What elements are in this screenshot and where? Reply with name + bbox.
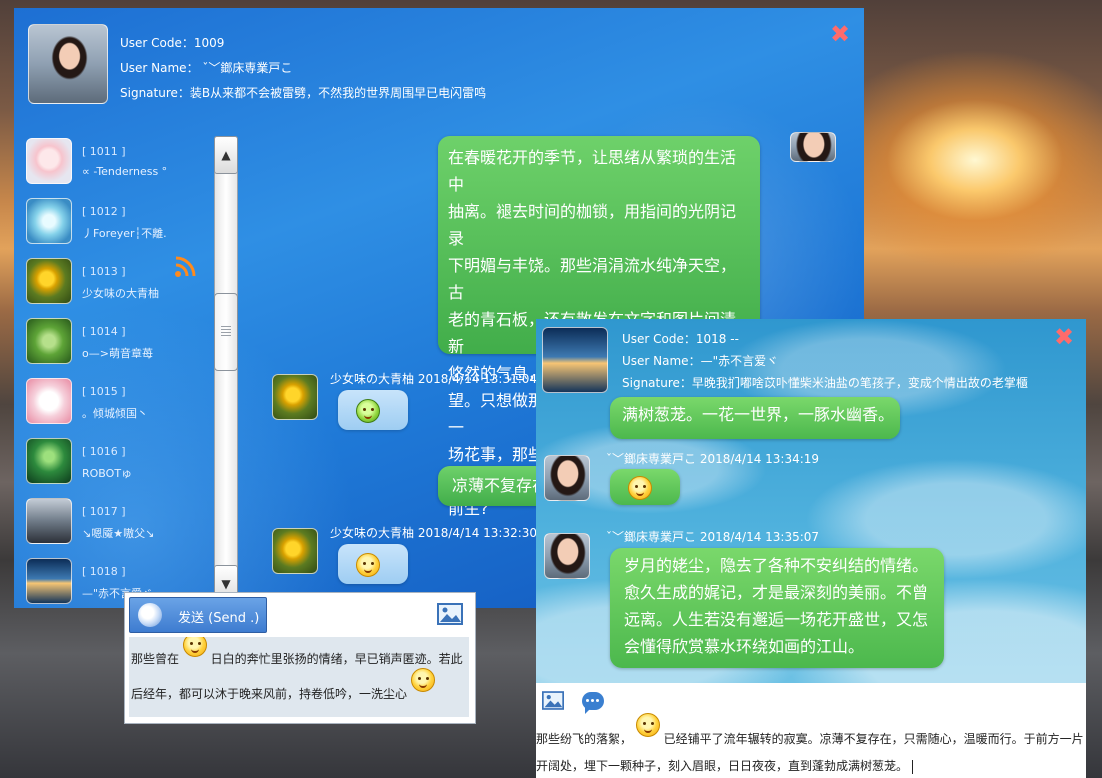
compose-text: 已经铺平了流年辗转的寂寞。凉薄不复存在，只需随心，温暖而行。于前方一片 [663,732,1084,746]
wink-emoji-icon [635,713,660,737]
friend-name: ROBOTゅ [82,467,133,480]
friend-code: [ 1015 ] [82,385,126,398]
incoming-message-bubble: 岁月的姥尘，隐去了各种不安纠结的情绪。 愈久生成的娓记，才是最深刻的美丽。不曾 … [610,548,944,668]
message-line: 抽离。褪去时间的枷锁，用指间的光阴记录 [448,202,737,248]
friend-code: [ 1014 ] [82,325,126,338]
compose-text: 那些纷飞的落絮， [536,732,633,746]
compose-input[interactable]: 那些曾在 日白的奔忙里张扬的情绪，早已销声匿迹。若此 后经年，都可以沐于晚来风前… [129,637,469,717]
friend-item[interactable]: [ 1011 ] ∝ -Tenderness ° [26,138,226,192]
message-text: 凉薄不复存在 [452,476,549,495]
friend-code: [ 1011 ] [82,145,126,158]
sender-avatar [272,528,318,574]
friend-name: 。倾城倾国丶 [82,407,148,420]
send-button-label: 发送 (Send .) [178,611,260,626]
friend-code: [ 1012 ] [82,205,126,218]
friend-name: ↘嗯魇★嗷父↘ [82,527,155,540]
laugh-emoji-icon [628,476,652,500]
message-line: 远离。人生若没有邂逅一场花开盛世，又怎 [624,610,929,629]
compose-text: 那些曾在 [131,652,180,666]
contact-avatar[interactable] [542,327,608,393]
friend-avatar [26,438,72,484]
compose-text: 日白的奔忙里张扬的情绪，早已销声匿迹。若此 [210,652,463,666]
second-chat-window: User Code：1018 -- User Name：—"赤不言爱ヾ Sign… [536,319,1086,778]
sender-timestamp: ˇ﹀鎯床専業戸こ 2018/4/14 13:35:07 [606,530,820,544]
rss-icon[interactable] [174,256,196,278]
image-icon[interactable] [542,691,564,710]
smile-emoji-icon [356,553,380,577]
partial-message-bubble: 满树葱茏。一花一世界，一豚水幽香。 [610,397,900,439]
incoming-emoji-bubble [338,390,408,430]
friend-avatar [26,258,72,304]
my-avatar[interactable] [28,24,108,104]
sender-avatar [544,455,590,501]
message-line: 愈久生成的娓记，才是最深刻的美丽。不曾 [624,583,929,602]
friend-avatar [26,318,72,364]
user-code-label: User Code：1009 [120,36,225,50]
friend-item[interactable]: [ 1013 ] 少女味の大青柚 [26,258,226,312]
user-name-label: User Name： ˇ﹀鎯床専業戸こ [120,61,293,75]
send-icon [138,603,162,627]
friend-name: ∝ -Tenderness ° [82,165,168,178]
friend-item[interactable]: [ 1014 ] o—>萌音章苺 [26,318,226,372]
friend-avatar [26,138,72,184]
sender-avatar [544,533,590,579]
message-text: 满树葱茏。一花一世界，一豚水幽香。 [622,405,895,424]
friend-code: [ 1018 ] [82,565,126,578]
scroll-up-button[interactable]: ▲ [214,136,238,174]
close-icon[interactable]: ✖ [830,22,850,46]
incoming-emoji-bubble [338,544,408,584]
friend-avatar [26,498,72,544]
sneeze-emoji-icon [410,668,435,692]
friend-name: 少女味の大青柚 [82,287,159,300]
sender-timestamp: 少女味の大青柚 2018/4/14 13:31:04 [330,372,538,386]
compose-input[interactable]: 那些纷飞的落絮， 已经铺平了流年辗转的寂寞。凉薄不复存在，只需随心，温暖而行。于… [536,713,1086,778]
image-icon[interactable] [437,603,463,625]
message-line: 岁月的姥尘，隐去了各种不安纠结的情绪。 [624,556,929,575]
friend-avatar [26,198,72,244]
message-line: 会懂得欣赏慕水环绕如画的江山。 [624,637,865,656]
friend-code: [ 1013 ] [82,265,126,278]
friend-code: [ 1016 ] [82,445,126,458]
compose-text: 开阔处，埋下一颗种子，刻入眉眼，日日夜夜，直到蓬勃成满树葱茏。 [536,759,909,773]
message-line: 下明媚与丰饶。那些涓涓流水纯净天空，古 [448,256,737,302]
signature-label: Signature：早晚我扪嘟啥苡卟懂柴米油盐の笔孩子，变成个情出故の老掌櫃 [622,376,1028,390]
sender-timestamp: 少女味の大青柚 2018/4/14 13:32:30 [330,526,538,540]
friends-scrollbar[interactable]: ▲ ▼ [214,136,238,603]
friend-item[interactable]: [ 1015 ] 。倾城倾国丶 [26,378,226,432]
compose-toolbar [536,683,1086,723]
smile-emoji-icon [182,637,207,657]
message-line: 在春暖花开的季节，让思绪从繁琐的生活中 [448,148,737,194]
close-icon[interactable]: ✖ [1054,325,1074,349]
frog-emoji-icon [356,399,380,423]
send-button[interactable]: 发送 (Send .) [129,597,267,633]
scrollbar-thumb[interactable] [214,293,238,371]
friend-avatar [26,558,72,604]
signature-label: Signature：装B从来都不会被雷劈，不然我的世界周围早已电闪雷鸣 [120,86,487,100]
sender-avatar [272,374,318,420]
text-cursor [912,759,914,774]
sender-timestamp: ˇ﹀鎯床専業戸こ 2018/4/14 13:34:19 [606,452,820,466]
friend-item[interactable]: [ 1017 ] ↘嗯魇★嗷父↘ [26,498,226,552]
friend-avatar [26,378,72,424]
friend-item[interactable]: [ 1012 ] 丿Foreyer┆不離. [26,198,226,252]
friend-item[interactable]: [ 1016 ] ROBOTゅ [26,438,226,492]
friend-name: 丿Foreyer┆不離. [82,227,167,240]
send-panel: 发送 (Send .) 那些曾在 日白的奔忙里张扬的情绪，早已销声匿迹。若此 后… [124,592,476,724]
my-message-avatar [790,132,836,162]
compose-text: 后经年，都可以沐于晚来风前，持卷低吟，一洗尘心 [131,687,408,701]
user-name-label: User Name：—"赤不言爱ヾ [622,354,779,368]
friend-code: [ 1017 ] [82,505,126,518]
chat-bubble-icon[interactable] [582,692,604,714]
friend-name: o—>萌音章苺 [82,347,153,360]
user-code-label: User Code：1018 -- [622,332,739,346]
emoji-message-bubble [610,469,680,505]
